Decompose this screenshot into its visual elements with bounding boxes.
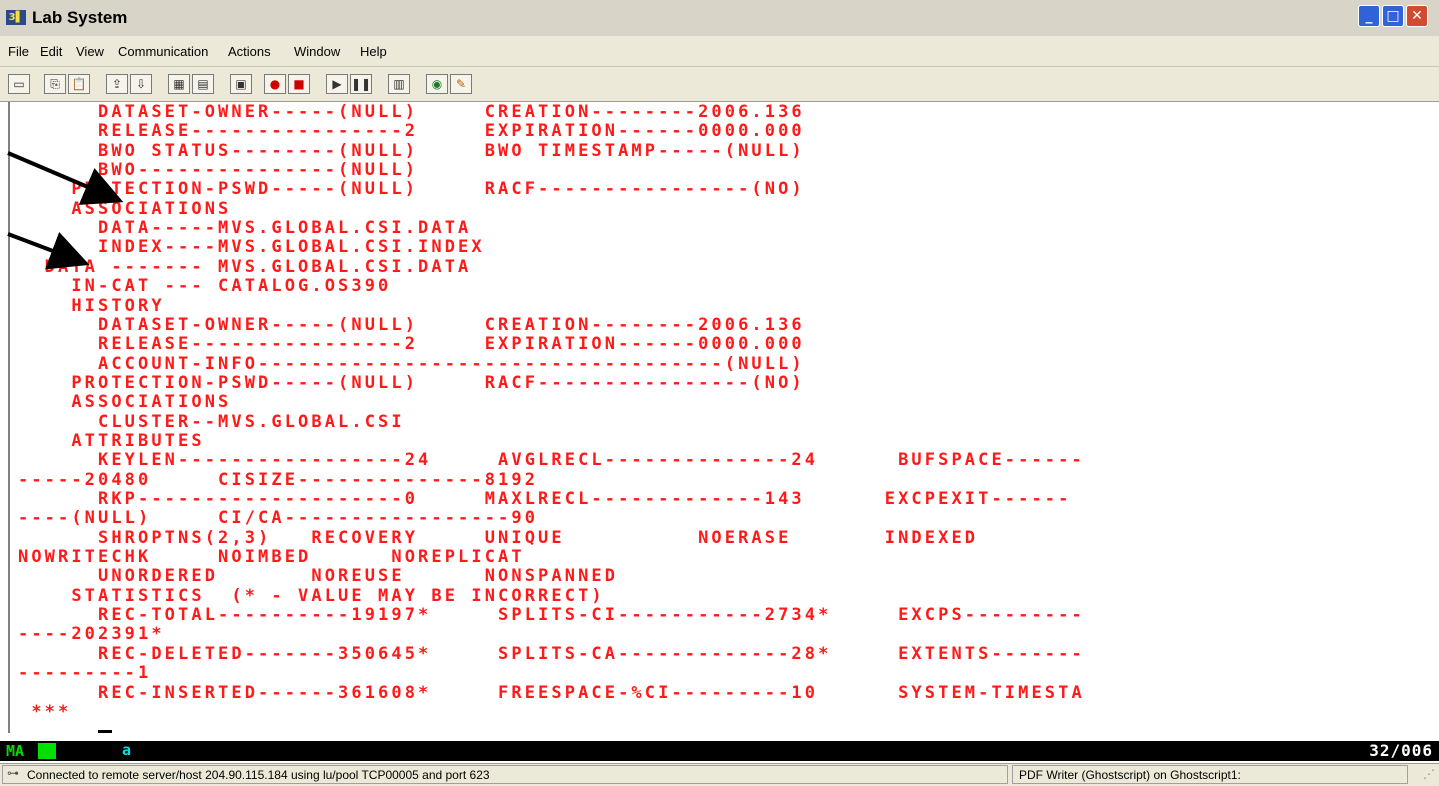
connection-text: Connected to remote server/host 204.90.1…	[27, 768, 490, 782]
arrow-data	[7, 231, 90, 270]
cursor-position: 32/006	[1369, 741, 1433, 760]
connection-status: ⊶ Connected to remote server/host 204.90…	[2, 765, 1008, 784]
oia-indicator	[38, 743, 56, 759]
oia-field: a	[122, 741, 132, 759]
arrow-protection	[7, 151, 124, 205]
printer-text: PDF Writer (Ghostscript) on Ghostscript1…	[1019, 768, 1241, 782]
connection-icon: ⊶	[7, 766, 19, 780]
printer-status: PDF Writer (Ghostscript) on Ghostscript1…	[1012, 765, 1408, 784]
status-bar: ⊶ Connected to remote server/host 204.90…	[0, 763, 1439, 786]
resize-grip-icon[interactable]: ⋰	[1423, 767, 1435, 781]
operator-info-area: MA a 32/006	[0, 741, 1439, 761]
annotation-arrows	[7, 151, 124, 270]
oia-mode: MA	[6, 742, 25, 760]
